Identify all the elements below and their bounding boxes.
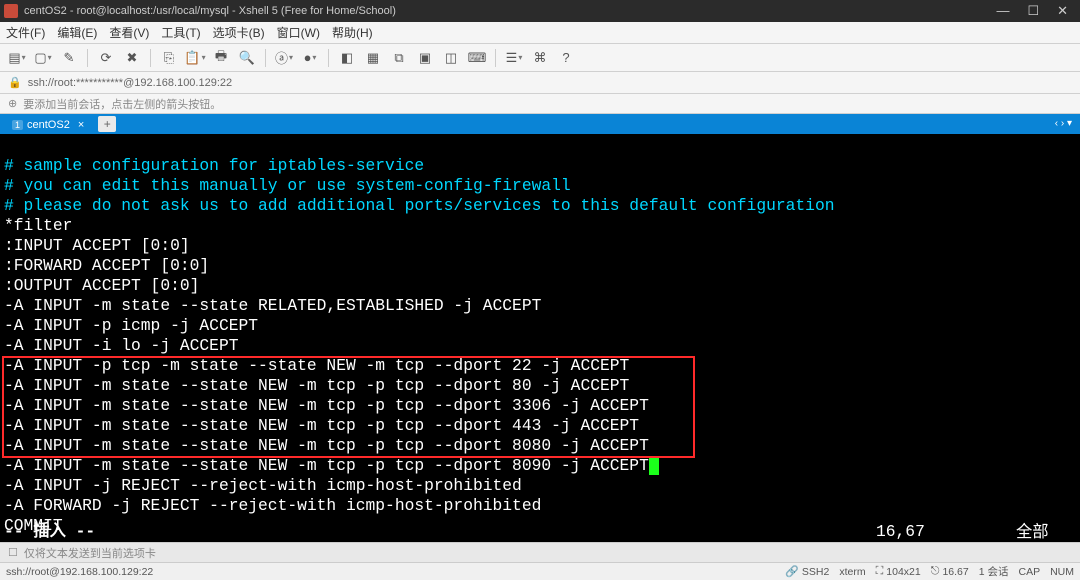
separator-icon — [265, 49, 266, 67]
tool-button[interactable]: ▦ — [362, 47, 384, 69]
checkbox-icon[interactable]: ☐ — [8, 546, 18, 559]
tool-button[interactable]: ⌨ — [466, 47, 488, 69]
address-text[interactable]: ssh://root:***********@192.168.100.129:2… — [28, 77, 232, 89]
terminal-line: -A INPUT -m state --state NEW -m tcp -p … — [4, 416, 639, 435]
toolbar: ▤ ▢ ✎ ⟳ ✖ ⎘ 📋 🖶 🔍 ⓐ ● ◧ ▦ ⧉ ▣ ◫ ⌨ ☰ ⌘ ? — [0, 44, 1080, 72]
titlebar: centOS2 - root@localhost:/usr/local/mysq… — [0, 0, 1080, 22]
terminal-line: *filter — [4, 216, 72, 235]
terminal-line: :OUTPUT ACCEPT [0:0] — [4, 276, 199, 295]
terminal-line: -A FORWARD -j REJECT --reject-with icmp-… — [4, 496, 541, 515]
status-size: 104x21 — [886, 566, 920, 578]
tool-button[interactable]: ⧉ — [388, 47, 410, 69]
terminal-line: -A INPUT -j REJECT --reject-with icmp-ho… — [4, 476, 522, 495]
terminal-line: # you can edit this manually or use syst… — [4, 176, 571, 195]
lock-icon: 🔒 — [8, 76, 22, 89]
open-session-button[interactable]: ▢ — [32, 47, 54, 69]
menu-tools[interactable]: 工具(T) — [161, 24, 200, 41]
color-button[interactable]: ● — [299, 47, 321, 69]
add-tab-button[interactable]: + — [98, 116, 116, 132]
menu-view[interactable]: 查看(V) — [109, 24, 149, 41]
find-button[interactable]: 🔍 — [236, 47, 258, 69]
window-title: centOS2 - root@localhost:/usr/local/mysq… — [24, 5, 996, 17]
cursor-pos-icon: ⎋ — [931, 565, 940, 578]
separator-icon — [150, 49, 151, 67]
reconnect-button[interactable]: ⟳ — [95, 47, 117, 69]
app-icon — [4, 4, 18, 18]
terminal-line: -A INPUT -p icmp -j ACCEPT — [4, 316, 258, 335]
addressbar: 🔒 ssh://root:***********@192.168.100.129… — [0, 72, 1080, 94]
copy-button[interactable]: ⎘ — [158, 47, 180, 69]
statusbar: ssh://root@192.168.100.129:22 🔗SSH2 xter… — [0, 562, 1080, 580]
tool-button[interactable]: ⌘ — [529, 47, 551, 69]
session-tabbar: 1 centOS2 × + ‹ › ▾ — [0, 114, 1080, 134]
menu-edit[interactable]: 编辑(E) — [57, 24, 97, 41]
hintbar: ⊕ 要添加当前会话，点击左侧的箭头按钮。 — [0, 94, 1080, 114]
cursor — [649, 458, 659, 475]
tool-button[interactable]: ☰ — [503, 47, 525, 69]
disconnect-button[interactable]: ✖ — [121, 47, 143, 69]
status-connection: ssh://root@192.168.100.129:22 — [6, 566, 775, 578]
help-button[interactable]: ? — [555, 47, 577, 69]
hint-icon: ⊕ — [8, 97, 17, 110]
menu-file[interactable]: 文件(F) — [6, 24, 45, 41]
print-button[interactable]: 🖶 — [210, 47, 232, 69]
tab-label: centOS2 — [27, 119, 70, 131]
link-icon: 🔗 — [785, 565, 799, 578]
terminal[interactable]: # sample configuration for iptables-serv… — [0, 134, 1080, 542]
vim-mode: -- 插入 -- — [4, 522, 95, 542]
terminal-line: # sample configuration for iptables-serv… — [4, 156, 424, 175]
status-protocol: SSH2 — [802, 566, 829, 578]
vim-statusline: -- 插入 -- 16,67 全部 — [0, 522, 1080, 542]
tab-centos2[interactable]: 1 centOS2 × — [4, 116, 94, 134]
new-session-button[interactable]: ▤ — [6, 47, 28, 69]
tool-button[interactable]: ◫ — [440, 47, 462, 69]
terminal-line: :FORWARD ACCEPT [0:0] — [4, 256, 209, 275]
vim-scroll: 全部 — [1016, 522, 1076, 542]
tool-button[interactable]: ▣ — [414, 47, 436, 69]
send-scope-label: 仅将文本发送到当前选项卡 — [24, 545, 156, 561]
menu-help[interactable]: 帮助(H) — [332, 24, 373, 41]
terminal-line: # please do not ask us to add additional… — [4, 196, 834, 215]
status-sessions: 1 会话 — [979, 564, 1009, 579]
paste-button[interactable]: 📋 — [184, 47, 206, 69]
window-maximize-button[interactable]: ☐ — [1027, 3, 1039, 19]
window-minimize-button[interactable]: — — [996, 3, 1009, 19]
terminal-line: -A INPUT -m state --state NEW -m tcp -p … — [4, 456, 649, 475]
tool-button[interactable]: ◧ — [336, 47, 358, 69]
hint-text: 要添加当前会话，点击左侧的箭头按钮。 — [23, 96, 221, 112]
tab-number: 1 — [12, 120, 23, 130]
terminal-line: -A INPUT -m state --state NEW -m tcp -p … — [4, 396, 649, 415]
separator-icon — [495, 49, 496, 67]
separator-icon — [328, 49, 329, 67]
terminal-line: -A INPUT -m state --state NEW -m tcp -p … — [4, 436, 649, 455]
status-num: NUM — [1050, 566, 1074, 578]
size-icon: ⛶ — [876, 565, 884, 578]
tab-close-icon[interactable]: × — [78, 119, 84, 131]
menu-tabs[interactable]: 选项卡(B) — [213, 24, 265, 41]
terminal-line: :INPUT ACCEPT [0:0] — [4, 236, 190, 255]
terminal-line: -A INPUT -m state --state RELATED,ESTABL… — [4, 296, 541, 315]
menu-window[interactable]: 窗口(W) — [277, 24, 320, 41]
separator-icon — [87, 49, 88, 67]
terminal-line: -A INPUT -p tcp -m state --state NEW -m … — [4, 356, 629, 375]
send-scope-bar: ☐ 仅将文本发送到当前选项卡 — [0, 542, 1080, 562]
status-cap: CAP — [1018, 566, 1040, 578]
vim-position: 16,67 — [876, 522, 1016, 542]
terminal-line: -A INPUT -m state --state NEW -m tcp -p … — [4, 376, 629, 395]
terminal-line: -A INPUT -i lo -j ACCEPT — [4, 336, 239, 355]
highlight-button[interactable]: ✎ — [58, 47, 80, 69]
status-term: xterm — [839, 566, 865, 578]
status-pos: 16.67 — [942, 566, 968, 578]
font-button[interactable]: ⓐ — [273, 47, 295, 69]
tab-overflow-button[interactable]: ‹ › ▾ — [1055, 118, 1072, 129]
window-close-button[interactable]: ✕ — [1057, 3, 1068, 19]
menubar: 文件(F) 编辑(E) 查看(V) 工具(T) 选项卡(B) 窗口(W) 帮助(… — [0, 22, 1080, 44]
